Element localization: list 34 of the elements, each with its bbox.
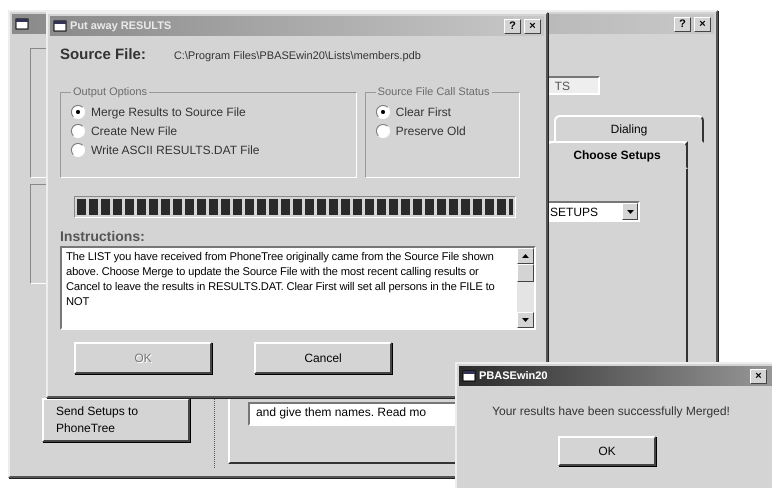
tab[interactable]: Choose Setups [546,141,688,169]
radio-label: Merge Results to Source File [91,104,246,118]
down-arrow-icon [522,318,529,322]
window-title: PBASEwin20 [479,370,548,382]
window-title: Put away RESULTS [70,20,172,32]
radio-label: Clear First [396,104,451,118]
radio-label: Preserve Old [396,124,466,138]
source-file-label: Source File: [60,46,146,63]
scrollbar[interactable] [517,248,534,328]
instructions-text: The LIST you have received from PhoneTree originally came from the Source File shown above. Choose Merge to update the Source File with the most recent calling results or Cancel to leave the results in RESULTS.DAT. Clear First will set all persons in the FILE to NOT [65,250,496,310]
radio-button[interactable] [376,124,390,138]
send-setups-button[interactable]: Send Setups to PhoneTree [42,398,190,442]
radio-button[interactable] [376,104,390,118]
radio-button[interactable] [71,124,85,138]
radio-label: Create New File [91,124,178,138]
radio-button[interactable] [71,142,85,156]
radio-button[interactable] [71,104,85,118]
instructions-label: Instructions: [60,228,146,244]
scroll-thumb[interactable] [517,264,534,282]
ok-button[interactable]: OK [558,436,656,466]
cancel-button[interactable]: Cancel [254,342,392,374]
group-title: Source File Call Status [376,86,491,98]
tab[interactable]: Dialing [554,115,704,143]
group-title: Output Options [72,86,148,98]
dropdown-arrow-icon [626,210,634,214]
up-arrow-icon [522,254,529,258]
close-button[interactable]: × [750,368,767,384]
scroll-up-button[interactable] [517,248,534,264]
app-icon [462,370,476,382]
app-icon [15,18,29,30]
app-icon [53,20,67,32]
scroll-down-button[interactable] [517,312,534,328]
radio-label: Write ASCII RESULTS.DAT File [91,142,260,156]
source-file-path: C:\Program Files\PBASEwin20\Lists\members.pdb [174,50,421,62]
